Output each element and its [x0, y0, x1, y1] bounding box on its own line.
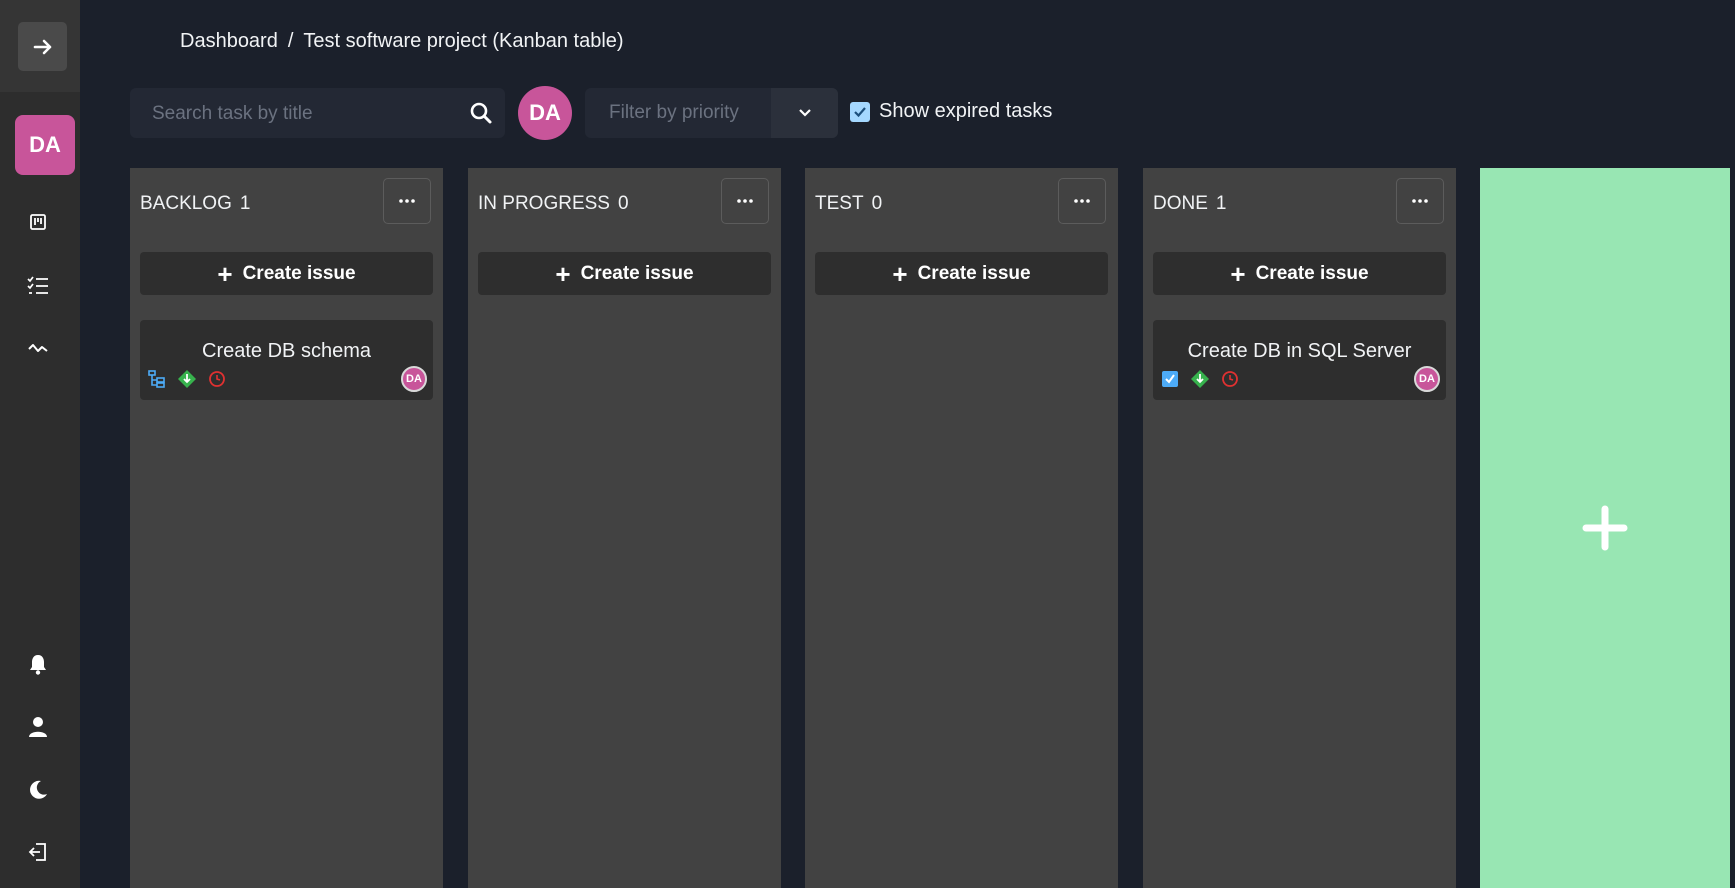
breadcrumb: Dashboard / Test software project (Kanban … [180, 30, 624, 53]
search-box [130, 88, 505, 140]
column-count: 0 [871, 193, 883, 214]
clock-icon [1222, 371, 1238, 387]
logout-icon [28, 843, 46, 861]
task-card[interactable]: Create DB schema DA [140, 320, 433, 400]
logout-button[interactable] [22, 836, 54, 868]
task-card[interactable]: Create DB in SQL Server DA [1153, 320, 1446, 400]
column-name: TEST [815, 193, 864, 214]
more-horizontal-icon [737, 199, 753, 203]
show-expired-checkbox[interactable] [850, 101, 870, 122]
task-assignee-avatar[interactable]: DA [401, 366, 427, 392]
show-expired-label: Show expired tasks [879, 100, 1053, 122]
column-name: IN PROGRESS [478, 193, 610, 214]
kanban-column-in-progress: IN PROGRESS 0 + Create issue [468, 168, 781, 888]
create-issue-label: Create issue [580, 262, 694, 284]
column-name: DONE [1153, 193, 1208, 214]
sidebar-item-board[interactable] [22, 206, 54, 238]
breadcrumb-current: Test software project (Kanban table) [303, 30, 624, 52]
more-horizontal-icon [1412, 199, 1428, 203]
create-issue-button[interactable]: + Create issue [815, 252, 1108, 295]
column-count: 1 [239, 193, 251, 214]
add-column-button[interactable] [1480, 168, 1730, 888]
priority-low-icon [1191, 370, 1209, 388]
create-issue-button[interactable]: + Create issue [140, 252, 433, 295]
expand-sidebar-button[interactable] [18, 22, 67, 71]
create-issue-button[interactable]: + Create issue [1153, 252, 1446, 295]
column-menu-button[interactable] [721, 178, 769, 224]
kanban-column-done: DONE 1 + Create issue Create DB in SQL Ser… [1143, 168, 1456, 888]
column-title: DONE 1 [1153, 193, 1226, 215]
chevron-down-icon [798, 109, 811, 117]
plus-icon: + [892, 258, 908, 289]
task-assignee-avatar[interactable]: DA [1414, 366, 1440, 392]
breadcrumb-separator: / [287, 30, 294, 52]
task-list-icon [27, 276, 48, 294]
column-count: 1 [1215, 193, 1227, 214]
clock-icon [209, 371, 225, 387]
notifications-button[interactable] [22, 648, 54, 680]
priority-low-icon [178, 370, 196, 388]
moon-icon [30, 780, 47, 799]
more-horizontal-icon [399, 199, 415, 203]
column-title: BACKLOG 1 [140, 193, 250, 215]
column-title: IN PROGRESS 0 [478, 193, 629, 215]
activity-icon [28, 344, 48, 352]
task-card-title: Create DB in SQL Server [1187, 340, 1412, 362]
sidebar-item-tasks[interactable] [22, 270, 54, 302]
column-title: TEST 0 [815, 193, 882, 215]
kanban-column-test: TEST 0 + Create issue [805, 168, 1118, 888]
column-menu-button[interactable] [1396, 178, 1444, 224]
sidebar-header [0, 0, 80, 92]
kanban-column-backlog: BACKLOG 1 + Create issue Create DB schema [130, 168, 443, 888]
plus-icon: + [217, 258, 233, 289]
subtask-icon [148, 370, 165, 388]
theme-toggle-button[interactable] [22, 774, 54, 806]
task-card-icons [1161, 370, 1239, 388]
priority-filter-select[interactable]: Filter by priority [585, 88, 838, 138]
column-name: BACKLOG [140, 193, 232, 214]
column-count: 0 [617, 193, 629, 214]
plus-icon [1582, 505, 1628, 551]
search-input[interactable] [130, 88, 474, 140]
plus-icon: + [1230, 258, 1246, 289]
column-menu-button[interactable] [383, 178, 431, 224]
board-icon [30, 214, 46, 230]
more-horizontal-icon [1074, 199, 1090, 203]
sidebar-item-activity[interactable] [22, 332, 54, 364]
task-card-icons [148, 370, 226, 388]
profile-button[interactable] [22, 711, 54, 743]
user-filter-avatar[interactable]: DA [518, 86, 572, 140]
priority-filter-placeholder: Filter by priority [609, 102, 739, 123]
task-card-title: Create DB schema [202, 340, 371, 362]
task-checkbox-icon [1162, 371, 1178, 387]
show-expired-toggle[interactable]: Show expired tasks [850, 100, 1052, 123]
priority-filter-dropdown-toggle[interactable] [771, 88, 838, 138]
sidebar: DA [0, 0, 80, 888]
create-issue-label: Create issue [917, 262, 1031, 284]
checkmark-icon [854, 106, 866, 117]
create-issue-label: Create issue [242, 262, 356, 284]
user-icon [29, 717, 47, 737]
arrow-right-icon [33, 39, 51, 54]
sidebar-user-avatar[interactable]: DA [15, 115, 75, 175]
column-menu-button[interactable] [1058, 178, 1106, 224]
create-issue-label: Create issue [1255, 262, 1369, 284]
plus-icon: + [555, 258, 571, 289]
breadcrumb-dashboard-link[interactable]: Dashboard [180, 30, 278, 52]
bell-icon [30, 655, 46, 675]
create-issue-button[interactable]: + Create issue [478, 252, 771, 295]
search-icon[interactable] [469, 101, 493, 125]
